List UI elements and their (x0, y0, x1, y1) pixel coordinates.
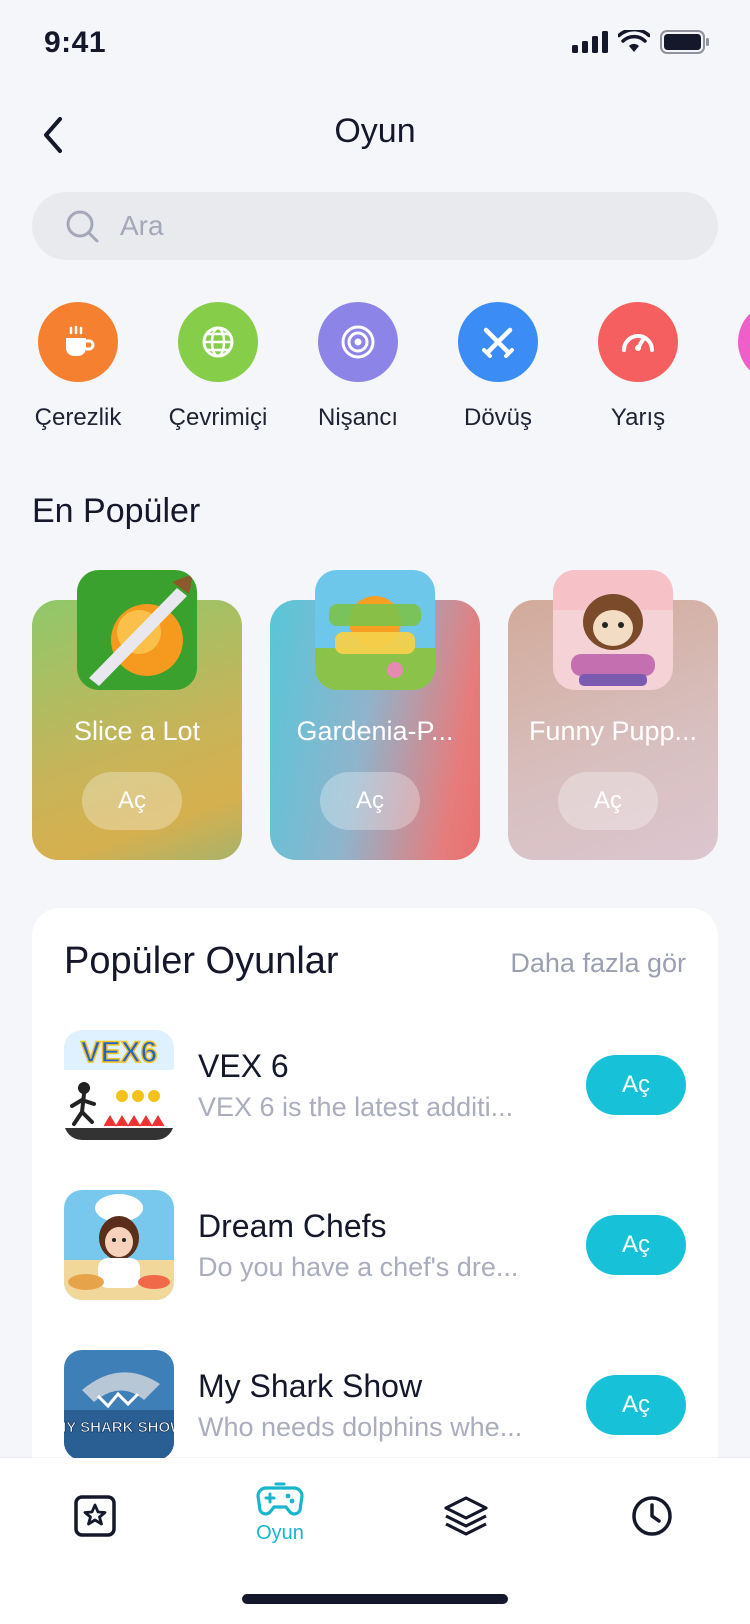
category-dovus[interactable]: Dövüş (433, 302, 563, 432)
gamepad-icon (256, 1482, 304, 1516)
popular-card-name: Slice a Lot (73, 716, 201, 746)
category-label: Çerezlik (34, 404, 122, 431)
game-row[interactable]: MY SHARK SHOW My Shark Show Who needs do… (64, 1350, 686, 1460)
dream-chefs-icon (64, 1190, 174, 1300)
search-icon (66, 210, 99, 243)
speedometer-icon (598, 302, 678, 382)
popular-games-panel: Popüler Oyunlar Daha fazla gör VEX6 VEX … (32, 908, 718, 1468)
popular-card[interactable]: Slice a Lot Aç (32, 570, 242, 860)
coffee-cup-icon (38, 302, 118, 382)
my-shark-show-icon: MY SHARK SHOW (64, 1350, 174, 1460)
nav-bar: Oyun (0, 100, 750, 170)
category-nisanci[interactable]: Nişancı (293, 302, 423, 432)
battery-icon (660, 30, 709, 54)
game-row[interactable]: Dream Chefs Do you have a chef's dre... … (64, 1190, 686, 1300)
category-icon (738, 302, 750, 382)
open-button[interactable]: Aç (586, 1055, 686, 1115)
popular-card-name: Gardenia-P... (296, 716, 454, 746)
game-title: Dream Chefs (198, 1208, 387, 1244)
target-icon (318, 302, 398, 382)
category-label: Dövüş (463, 404, 533, 431)
game-title: VEX 6 (198, 1048, 289, 1084)
game-description: VEX 6 is the latest additi... (198, 1092, 514, 1122)
page-title: Oyun (334, 112, 416, 150)
search-bar[interactable] (32, 192, 718, 260)
game-description: Do you have a chef's dre... (198, 1252, 519, 1282)
search-input[interactable] (118, 209, 682, 243)
wifi-icon (618, 30, 650, 52)
home-indicator (242, 1594, 508, 1604)
popular-card[interactable]: Funny Pupp... Aç (508, 570, 718, 860)
open-button[interactable]: Aç (586, 1375, 686, 1435)
category-label: Çevrimiçi (168, 404, 268, 431)
category-label: Nişancı (317, 404, 399, 431)
category-cevrimici[interactable]: Çevrimiçi (153, 302, 283, 432)
status-icons (572, 30, 710, 54)
vex6-logo-text: VEX6 (81, 1036, 158, 1069)
farm-story-thumbnail (315, 570, 435, 690)
game-title: My Shark Show (198, 1368, 423, 1404)
funny-puppy-thumbnail (553, 570, 673, 690)
category-list: Çerezlik Çevrimiçi Nişancı Dövüş Yarış (0, 302, 750, 442)
slice-a-lot-thumbnail (77, 570, 197, 690)
crossed-swords-icon (458, 302, 538, 382)
popular-card[interactable]: Gardenia-P... Aç (270, 570, 480, 860)
cellular-signal-icon (572, 31, 608, 53)
open-button[interactable]: Aç (82, 772, 182, 830)
star-square-icon (74, 1495, 116, 1537)
category-cerezlik[interactable]: Çerezlik (13, 302, 143, 432)
tab-label: Oyun (256, 1522, 304, 1544)
popular-card-name: Funny Pupp... (528, 716, 698, 746)
open-button[interactable]: Aç (558, 772, 658, 830)
tab-games[interactable]: Oyun (230, 1480, 330, 1560)
see-more-link[interactable]: Daha fazla gör (510, 948, 686, 979)
clock-icon (632, 1496, 672, 1536)
category-label: Yarış (610, 404, 666, 431)
status-bar: 9:41 (0, 0, 750, 90)
open-button[interactable]: Aç (586, 1215, 686, 1275)
open-button[interactable]: Aç (320, 772, 420, 830)
panel-title: Popüler Oyunlar (64, 940, 339, 982)
shark-logo-text: MY SHARK SHOW (64, 1419, 174, 1436)
vex6-icon: VEX6 (64, 1030, 174, 1140)
game-description: Who needs dolphins whe... (198, 1412, 523, 1442)
layers-icon (444, 1496, 488, 1536)
category-yaris[interactable]: Yarış (573, 302, 703, 432)
tab-collections[interactable] (416, 1480, 516, 1560)
category-more[interactable] (713, 302, 750, 404)
game-row[interactable]: VEX6 VEX 6 VEX 6 is the latest additi...… (64, 1030, 686, 1140)
status-time: 9:41 (44, 26, 107, 59)
tab-featured[interactable] (45, 1480, 145, 1560)
tab-history[interactable] (602, 1480, 702, 1560)
globe-icon (178, 302, 258, 382)
section-title-most-popular: En Popüler (32, 492, 201, 530)
